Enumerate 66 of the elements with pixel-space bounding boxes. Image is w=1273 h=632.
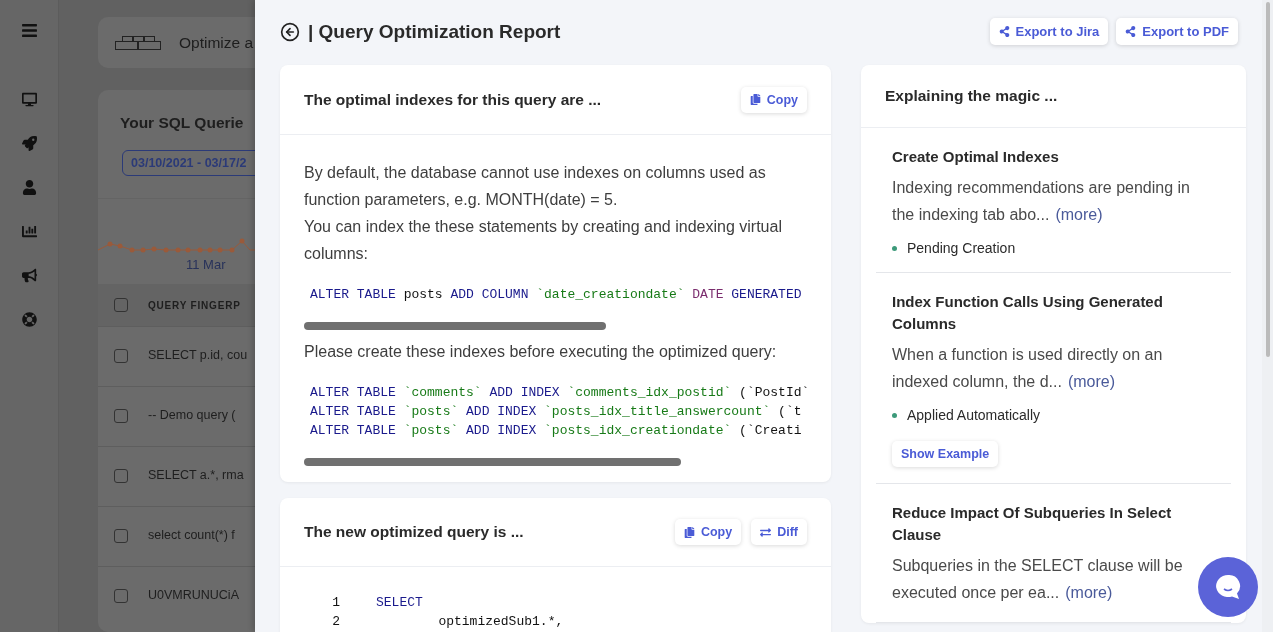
more-link[interactable]: (more)	[1067, 373, 1115, 390]
paragraph: You can index the these statements by creating and indexing virtual columns:	[304, 217, 783, 264]
code-line: ALTER TABLE `comments` ADD INDEX `comments_idx_postid` (`PostId`	[309, 384, 807, 402]
export-button[interactable]: Export to Jira	[989, 18, 1109, 45]
user-icon[interactable]	[21, 180, 37, 195]
more-link[interactable]: (more)	[1065, 584, 1113, 601]
table-cell: U0VMRUNUCiA	[148, 588, 239, 603]
rocket-icon[interactable]	[21, 136, 37, 151]
code-line: ALTER TABLE `posts` ADD INDEX `posts_idx_title_answercount` (`t	[309, 403, 803, 421]
card-title: The optimal indexes for this query are ...	[304, 90, 603, 109]
status-dot	[892, 412, 897, 418]
column-header: QUERY FINGERP	[148, 299, 241, 311]
back-icon[interactable]	[280, 21, 300, 42]
line-number: 1	[331, 594, 341, 612]
checkbox[interactable]	[114, 589, 128, 604]
show-example-button[interactable]: Show Example	[892, 441, 999, 467]
lifebuoy-icon[interactable]	[21, 312, 37, 327]
item-title: Create Optimal Indexes	[892, 147, 1059, 167]
copy-button[interactable]: Copy	[674, 519, 742, 545]
copy-icon	[749, 94, 761, 105]
export-button[interactable]: Export to PDF	[1116, 18, 1238, 45]
line-number: 2	[331, 613, 341, 631]
swap-icon	[760, 526, 772, 538]
paragraph: By default, the database cannot use indexes on columns used as function parameters, e.g. MONTH(date) = 5.	[304, 163, 767, 210]
megaphone-icon[interactable]	[21, 268, 37, 283]
share-icon	[1125, 26, 1137, 37]
code-line: optimizedSub1.*,	[437, 613, 564, 631]
table-cell: select count(*) f	[148, 528, 235, 543]
status-label: Applied Automatically	[907, 407, 1041, 423]
checkbox[interactable]	[114, 469, 128, 484]
table-cell: SELECT a.*, rma	[148, 468, 244, 483]
status-label: Pending Creation	[907, 240, 1016, 256]
copy-button[interactable]: Copy	[740, 86, 807, 113]
checkbox[interactable]	[114, 529, 128, 544]
more-link[interactable]: (more)	[1055, 206, 1103, 223]
toolbar-title: Optimize a	[179, 33, 254, 52]
scrollbar-thumb[interactable]	[1265, 2, 1270, 357]
card-title: The new optimized query is ...	[304, 523, 525, 541]
table-cell: SELECT p.id, cou	[148, 348, 248, 363]
item-description: Indexing recommendations are pending in the indexing tab abo... (more)	[892, 178, 1191, 225]
item-description: When a function is used directly on an indexed column, the d... (more)	[892, 345, 1164, 392]
checkbox[interactable]	[114, 409, 128, 424]
code-line: SELECT	[376, 594, 423, 612]
card-title: Explaining the magic ...	[885, 87, 1059, 105]
item-title: Index Function Calls Using Generated Columns	[892, 292, 1164, 334]
diff-button[interactable]: Diff	[751, 519, 807, 545]
menu-icon[interactable]	[20, 22, 38, 39]
table-cell: -- Demo query (	[148, 408, 236, 423]
paragraph: Please create these indexes before executing the optimized query:	[304, 342, 778, 362]
scrollbar-thumb[interactable]	[304, 458, 682, 466]
share-icon	[998, 26, 1010, 37]
logo-icon	[115, 35, 161, 50]
item-title: Reduce Impact Of Subqueries In Select Clause	[892, 503, 1173, 545]
chat-bubble-icon	[1214, 573, 1242, 601]
checkbox[interactable]	[114, 298, 128, 313]
copy-icon	[683, 526, 695, 538]
axis-label: 11 Mar	[186, 257, 227, 273]
checkbox[interactable]	[114, 349, 128, 364]
code-line: ALTER TABLE posts ADD COLUMN `date_creationdate` DATE GENERATED	[309, 286, 803, 304]
scrollbar-thumb[interactable]	[304, 322, 606, 330]
code-line: ALTER TABLE `posts` ADD INDEX `posts_idx_creationdate` (`Creati	[309, 422, 803, 440]
monitor-icon[interactable]	[21, 92, 37, 107]
bar-chart-icon[interactable]	[21, 224, 37, 239]
section-title: Your SQL Querie	[120, 114, 244, 133]
report-title: | Query Optimization Report	[308, 20, 562, 43]
status-dot	[892, 245, 897, 251]
